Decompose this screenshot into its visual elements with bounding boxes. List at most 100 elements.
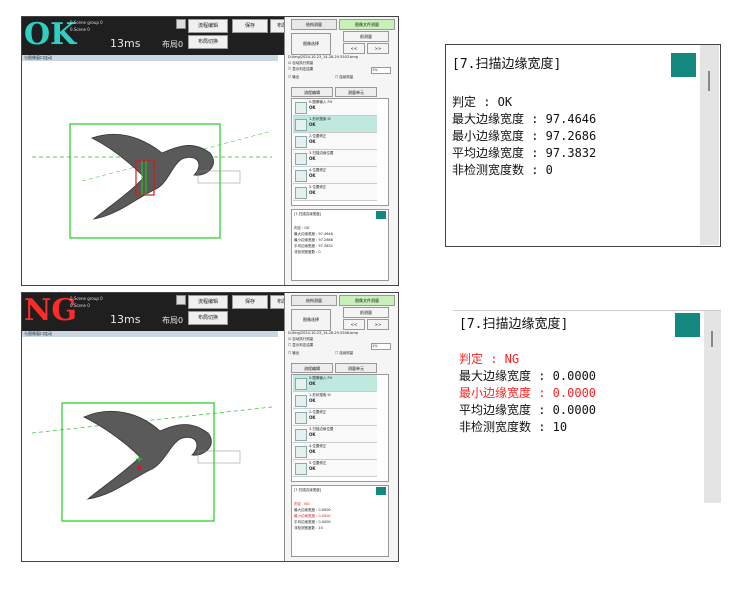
nav-prev-button[interactable]: <<	[343, 319, 365, 330]
image-file-path: D:/Img/2024-10-23_14-28-29-5506.bmp	[288, 331, 359, 335]
screen-switch-button[interactable]: 布局切换	[188, 35, 228, 49]
mini-min: 最小边缘宽度 : 0.0000	[294, 514, 331, 518]
subtab-unit[interactable]: 测量单元	[335, 363, 377, 373]
workpiece-shape	[90, 133, 214, 220]
subtab-unit[interactable]: 测量单元	[335, 87, 377, 97]
image-select-button[interactable]: 图像选择	[291, 309, 331, 331]
image-canvas[interactable]	[22, 337, 277, 559]
auto-measure-label: 自动执行测量	[292, 61, 314, 65]
mini-result-title: [7.扫描边缘宽度]	[294, 212, 322, 216]
mini-avg: 平均边缘宽度 : 0.0000	[294, 520, 331, 524]
continuous-label: 连续测量	[339, 351, 354, 355]
ng-marker	[137, 466, 141, 470]
vertical-scrollbar[interactable]	[700, 45, 719, 245]
undetected-count-line: 非检测宽度数 : 10	[459, 420, 568, 434]
show-result-checkbox[interactable]: ☐ 显示判定结果	[288, 67, 313, 72]
tab-image-file-measure[interactable]: 图像文件测量	[339, 19, 395, 30]
save-button[interactable]: 保存	[232, 295, 268, 309]
screen-switch-button[interactable]: 布局切换	[188, 311, 228, 325]
list-item-state: OK	[309, 398, 316, 403]
avg-width-line: 平均边缘宽度 : 97.3832	[452, 146, 597, 160]
list-item[interactable]: 1.形状搜索 III OK	[293, 116, 377, 133]
unit-icon	[295, 412, 307, 424]
list-item-state: OK	[309, 415, 316, 420]
layout-label: 布局0	[162, 316, 184, 325]
unit-icon	[295, 153, 307, 165]
scene-group-label: 0.Scene group 0	[70, 20, 103, 25]
list-item[interactable]: 3.扫描边缘位置 OK	[293, 150, 377, 167]
zoom-select[interactable]: 1%	[371, 67, 391, 74]
unit-icon	[295, 446, 307, 458]
output-label: 输出	[292, 351, 300, 355]
output-radio[interactable]: ☐ 输出	[288, 75, 299, 80]
unit-icon	[295, 119, 307, 131]
scene-group-label: 0.Scene group 0	[70, 296, 103, 301]
unit-icon	[295, 395, 307, 407]
unit-icon	[295, 378, 307, 390]
list-item-state: OK	[309, 122, 316, 127]
auto-measure-checkbox[interactable]: ☑ 自动执行测量	[288, 337, 313, 342]
teal-marker	[671, 53, 696, 77]
avg-width-line: 平均边缘宽度 : 0.0000	[459, 403, 597, 417]
continuous-radio[interactable]: ☐ 连续测量	[335, 75, 353, 80]
nav-prev-button[interactable]: <<	[343, 43, 365, 54]
prev-measure-button[interactable]: 前测量	[343, 31, 389, 42]
list-item[interactable]: 5.位置修正 OK	[293, 460, 377, 477]
control-panel: 结构测量 图像文件测量 图像选择 前测量 << >> D:/Img/2024-1…	[284, 17, 398, 285]
tab-structure-measure[interactable]: 结构测量	[291, 295, 337, 306]
cycle-time: 13ms	[110, 313, 141, 326]
image-view-label: 与图像窗口连动	[24, 331, 52, 336]
scene-label: 0.Scene 0	[70, 303, 90, 308]
list-item-state: OK	[309, 381, 316, 386]
judge-line: 判定 : NG	[459, 352, 520, 366]
list-item[interactable]: 5.位置修正 OK	[293, 184, 377, 201]
flow-list: 0.图像输入 FH OK 1.形状搜索 III OK 2.位置修正 OK 3.扫描边缘…	[291, 98, 389, 206]
vertical-scrollbar[interactable]	[704, 311, 721, 503]
list-item[interactable]: 1.形状搜索 III OK	[293, 392, 377, 409]
flow-edit-button[interactable]: 流程编辑	[188, 19, 228, 33]
min-width-line: 最小边缘宽度 : 97.2686	[452, 129, 597, 143]
workpiece-image	[31, 402, 273, 522]
undetected-count-line: 非检测宽度数 : 0	[452, 163, 553, 177]
nav-next-button[interactable]: >>	[367, 319, 389, 330]
max-width-line: 最大边缘宽度 : 0.0000	[459, 369, 597, 383]
save-button[interactable]: 保存	[232, 19, 268, 33]
ok-inspection-window: OK 0.Scene group 0 0.Scene 0 13ms 布局0 流程…	[21, 16, 399, 286]
list-item[interactable]: 4.位置修正 OK	[293, 443, 377, 460]
layout-label: 布局0	[162, 40, 184, 49]
result-title: [7.扫描边缘宽度]	[459, 317, 569, 332]
scene-info: 0.Scene group 0 0.Scene 0	[70, 19, 103, 33]
output-radio[interactable]: ☐ 输出	[288, 351, 299, 356]
list-item[interactable]: 4.位置修正 OK	[293, 167, 377, 184]
result-title: [7.扫描边缘宽度]	[452, 57, 562, 72]
min-width-line: 最小边缘宽度 : 0.0000	[459, 386, 597, 400]
tab-image-file-measure[interactable]: 图像文件测量	[339, 295, 395, 306]
flow-edit-button[interactable]: 流程编辑	[188, 295, 228, 309]
prev-measure-button[interactable]: 前测量	[343, 307, 389, 318]
list-item[interactable]: 3.扫描边缘位置 OK	[293, 426, 377, 443]
image-file-path: D:/Img/2024-10-23_14-28-29-5503.bmp	[288, 55, 359, 59]
zoom-select[interactable]: 1%	[371, 343, 391, 350]
scrollbar-thumb[interactable]	[708, 71, 710, 91]
mini-icon[interactable]	[176, 19, 186, 29]
image-select-button[interactable]: 图像选择	[291, 33, 331, 55]
subtab-flow[interactable]: 流程编辑	[291, 87, 333, 97]
workpiece-shape	[83, 410, 212, 500]
scrollbar-thumb[interactable]	[711, 331, 713, 347]
list-item[interactable]: 0.图像输入 FH OK	[293, 99, 377, 116]
continuous-label: 连续测量	[339, 75, 354, 79]
list-item-state: OK	[309, 449, 316, 454]
list-item[interactable]: 2.位置修正 OK	[293, 409, 377, 426]
nav-next-button[interactable]: >>	[367, 43, 389, 54]
auto-measure-checkbox[interactable]: ☑ 自动执行测量	[288, 61, 313, 66]
unit-icon	[295, 136, 307, 148]
mini-icon[interactable]	[176, 295, 186, 305]
list-item[interactable]: 2.位置修正 OK	[293, 133, 377, 150]
image-canvas[interactable]	[22, 61, 277, 283]
mini-teal-marker	[376, 211, 386, 219]
list-item[interactable]: 0.图像输入 FH OK	[293, 375, 377, 392]
continuous-radio[interactable]: ☐ 连续测量	[335, 351, 353, 356]
subtab-flow[interactable]: 流程编辑	[291, 363, 333, 373]
tab-structure-measure[interactable]: 结构测量	[291, 19, 337, 30]
show-result-checkbox[interactable]: ☐ 显示判定结果	[288, 343, 313, 348]
